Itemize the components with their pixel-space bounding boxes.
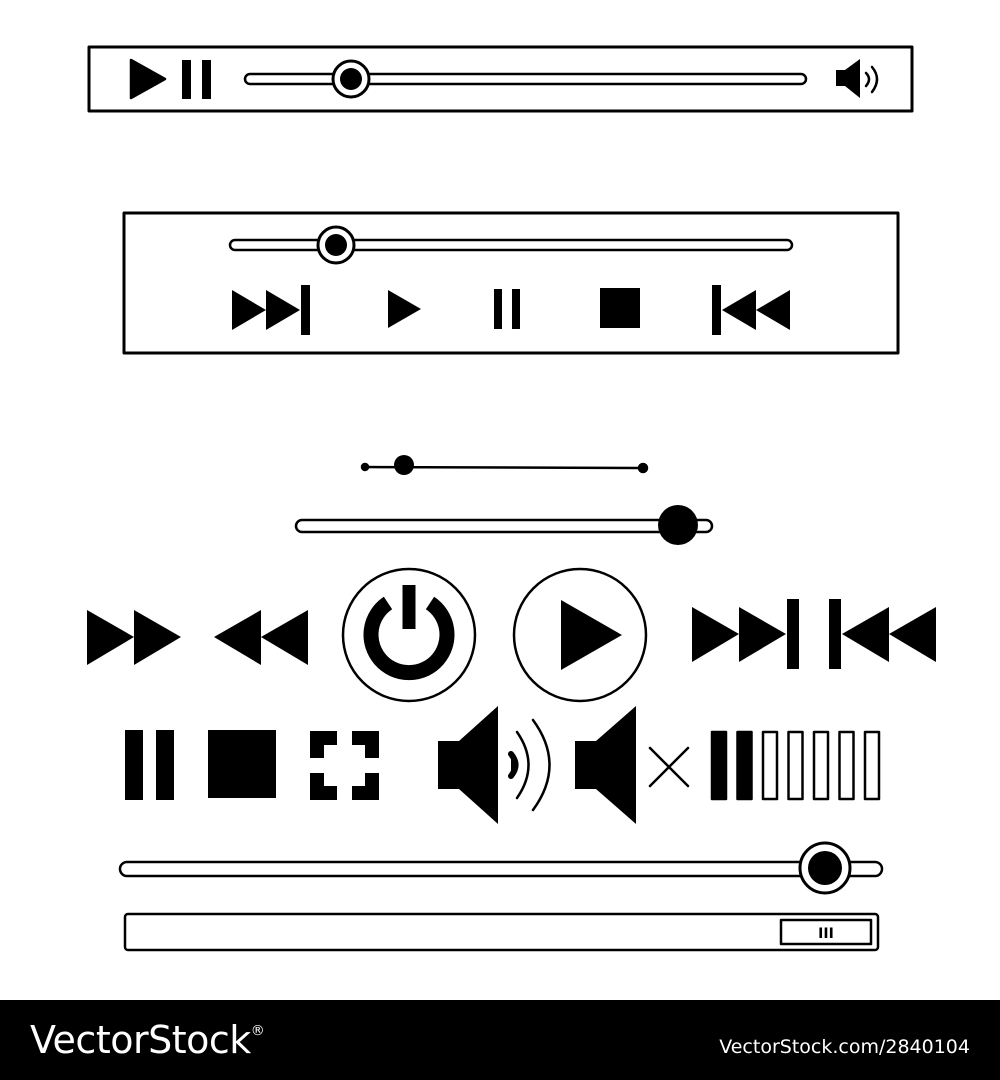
volume-bar-filled [736, 730, 753, 801]
watermark-footer: VectorStock® VectorStock.com/2840104 [0, 1000, 1000, 1080]
small-slider[interactable] [360, 455, 649, 475]
play-icon[interactable] [129, 58, 167, 100]
rewind-icon[interactable] [214, 610, 308, 665]
scrollbar[interactable]: III [123, 912, 880, 952]
slider-knob[interactable] [394, 455, 414, 475]
volume-level-icon[interactable] [710, 730, 881, 801]
volume-bar-empty [863, 730, 881, 801]
seek-knob[interactable] [331, 59, 371, 99]
mute-icon[interactable] [575, 706, 690, 824]
speaker-on-icon[interactable] [836, 59, 879, 98]
volume-bar-empty [761, 730, 779, 801]
skip-back-icon[interactable] [829, 599, 936, 669]
skip-forward-icon[interactable] [232, 285, 310, 335]
player-bar-top [87, 45, 914, 113]
seek-knob[interactable] [316, 225, 356, 265]
volume-bar-filled [710, 730, 728, 801]
skip-back-icon[interactable] [712, 285, 790, 335]
pause-icon[interactable] [494, 289, 520, 329]
long-slider[interactable] [118, 841, 884, 895]
pause-icon[interactable] [125, 730, 174, 800]
skip-forward-icon[interactable] [692, 599, 799, 669]
volume-on-icon[interactable] [438, 706, 551, 824]
power-button-icon[interactable] [341, 567, 477, 703]
volume-bar-empty [787, 730, 804, 801]
stop-icon[interactable] [600, 288, 640, 328]
scrollbar-handle-grip: III [818, 926, 834, 942]
play-circle-icon[interactable] [512, 567, 648, 703]
stock-id-label: VectorStock.com/2840104 [719, 1036, 970, 1058]
media-controls-illustration: III [87, 45, 936, 952]
slider-knob[interactable] [798, 841, 852, 895]
stop-icon[interactable] [208, 730, 276, 798]
volume-bar-empty [812, 730, 830, 801]
seek-slider-top[interactable] [243, 59, 808, 99]
fast-forward-icon[interactable] [87, 610, 181, 665]
player-bar-middle [122, 211, 900, 355]
fullscreen-icon[interactable] [310, 731, 379, 800]
medium-slider[interactable] [294, 505, 714, 545]
play-icon[interactable] [388, 290, 421, 328]
slider-knob[interactable] [658, 505, 698, 545]
scrollbar-handle[interactable]: III [779, 918, 873, 946]
brand-logo: VectorStock® [30, 1018, 265, 1062]
pause-icon[interactable] [182, 60, 211, 99]
seek-slider-middle[interactable] [228, 225, 794, 265]
volume-bar-empty [838, 730, 855, 801]
